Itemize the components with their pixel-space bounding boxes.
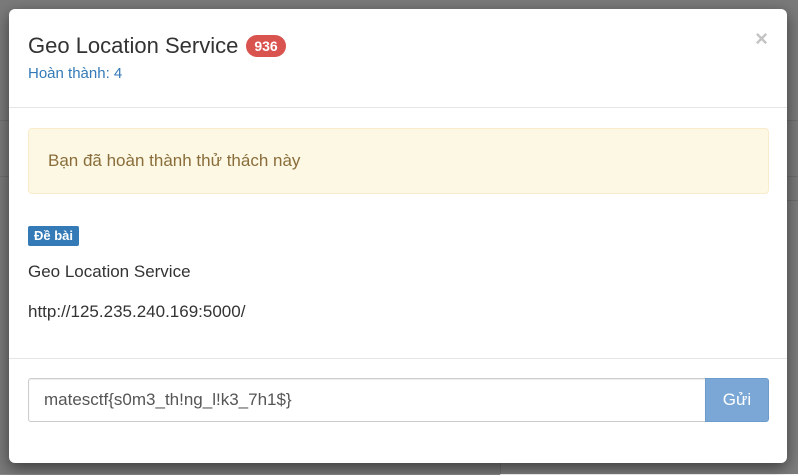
modal-title: Geo Location Service (28, 33, 239, 58)
challenge-description: Geo Location Service (28, 262, 191, 281)
section-label: Đề bài (28, 226, 80, 246)
modal-body: Bạn đã hoàn thành thử thách này Đề bài G… (9, 108, 787, 359)
alert-message: Bạn đã hoàn thành thử thách này (48, 151, 301, 170)
completed-alert: Bạn đã hoàn thành thử thách này (28, 128, 769, 194)
modal-header: Geo Location Service 936 Hoàn thành: 4 × (9, 9, 787, 108)
title-row: Geo Location Service 936 (28, 32, 768, 60)
challenge-modal: Geo Location Service 936 Hoàn thành: 4 ×… (9, 9, 787, 463)
modal-footer: Gửi (9, 359, 787, 422)
submit-button[interactable]: Gửi (705, 378, 769, 422)
flag-input[interactable] (28, 378, 705, 422)
challenge-url: http://125.235.240.169:5000/ (28, 302, 246, 321)
points-badge: 936 (246, 35, 286, 57)
close-button[interactable]: × (755, 28, 768, 50)
solved-count: Hoàn thành: 4 (28, 65, 123, 82)
